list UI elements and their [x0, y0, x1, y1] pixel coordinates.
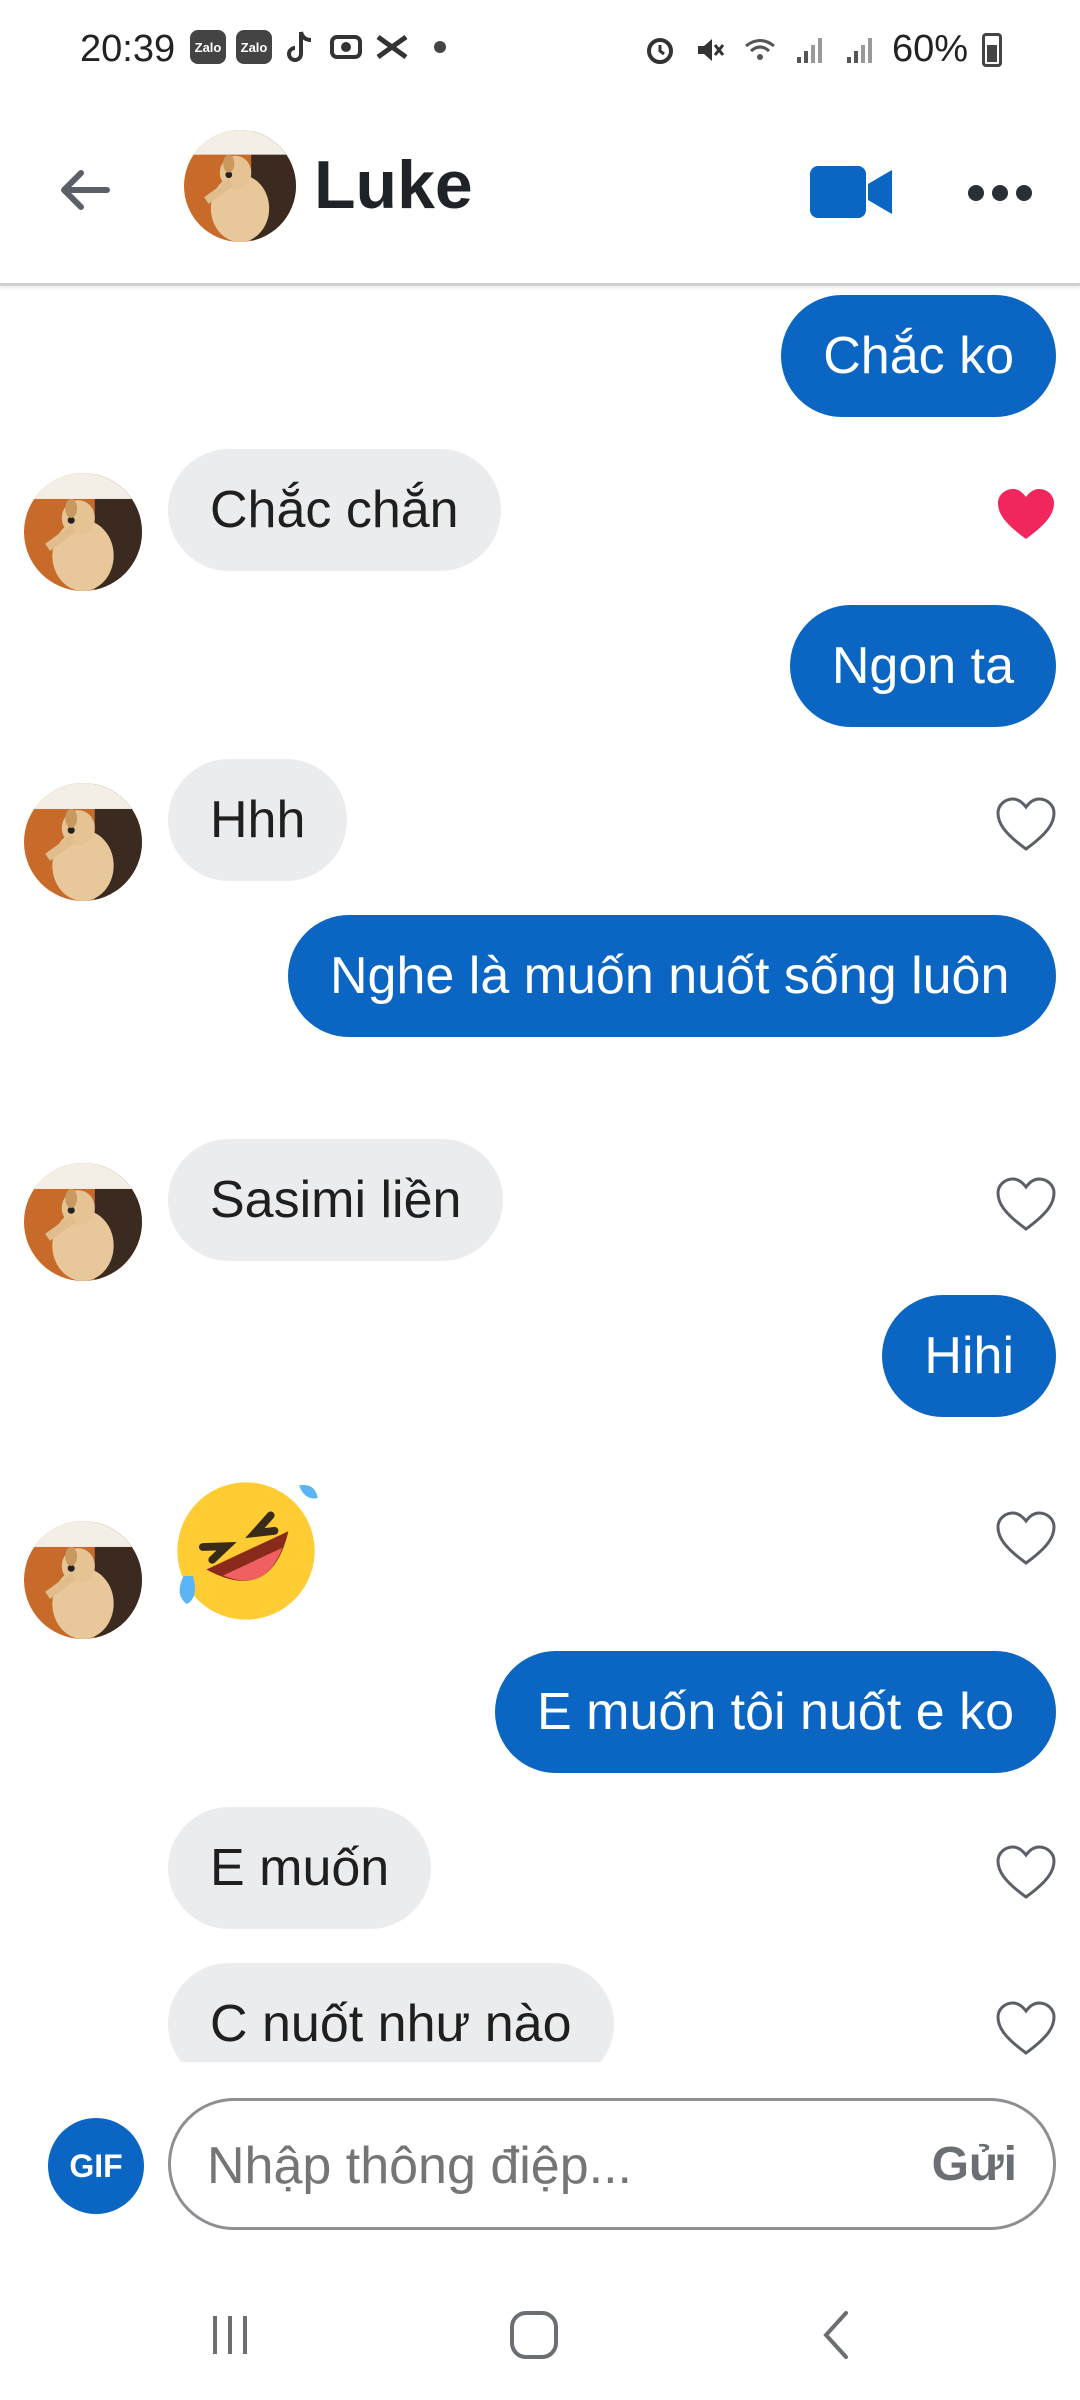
sender-avatar[interactable] — [24, 783, 142, 901]
sender-avatar[interactable] — [24, 1521, 142, 1639]
capcut-icon — [328, 30, 364, 64]
back-button[interactable] — [50, 155, 120, 225]
contact-avatar[interactable] — [184, 130, 296, 242]
outgoing-message[interactable]: Nghe là muốn nuốt sống luôn — [288, 915, 1056, 1037]
zalo-icon: Zalo — [190, 30, 226, 64]
heart-outline-icon[interactable] — [996, 1845, 1056, 1901]
signal-icon — [792, 33, 828, 67]
incoming-message[interactable]: Hhh — [168, 759, 348, 881]
conversation-header: Luke — [0, 100, 1080, 286]
incoming-message[interactable]: E muốn — [168, 1807, 432, 1929]
message-composer: Gửi — [168, 2098, 1056, 2230]
dot-icon — [968, 185, 984, 201]
tiktok-icon — [282, 30, 318, 64]
status-bar: 20:39 Zalo Zalo 60% — [0, 0, 1080, 100]
video-camera-icon — [810, 166, 892, 218]
home-button[interactable] — [494, 2300, 574, 2370]
incoming-message[interactable]: Sasimi liền — [168, 1139, 504, 1261]
heart-liked-icon[interactable] — [996, 487, 1056, 543]
back-chevron-icon — [823, 2311, 848, 2359]
more-options-button[interactable] — [968, 178, 1038, 208]
outgoing-message[interactable]: Ngon ta — [789, 605, 1056, 727]
laughing-emoji-icon[interactable] — [168, 1473, 324, 1629]
notification-icons: Zalo Zalo — [190, 30, 446, 64]
recent-apps-icon — [213, 2316, 247, 2354]
message-input[interactable] — [207, 2129, 887, 2203]
outgoing-message[interactable]: E muốn tôi nuốt e ko — [495, 1651, 1056, 1773]
heart-outline-icon[interactable] — [996, 1511, 1056, 1567]
heart-outline-icon[interactable] — [996, 1177, 1056, 1233]
incoming-message[interactable]: C nuốt như nào — [168, 1963, 614, 2062]
battery-icon — [982, 32, 1002, 67]
battery-percent: 60% — [891, 28, 968, 70]
send-button[interactable]: Gửi — [932, 2137, 1017, 2192]
outgoing-message[interactable]: Chắc ko — [781, 295, 1056, 417]
mute-icon — [692, 33, 728, 67]
sender-avatar[interactable] — [24, 473, 142, 591]
gif-button[interactable]: GIF — [48, 2118, 144, 2214]
signal-icon — [842, 33, 878, 67]
contact-name[interactable]: Luke — [314, 146, 473, 224]
video-call-button[interactable] — [808, 160, 894, 224]
heart-outline-icon[interactable] — [996, 797, 1056, 853]
dot-icon — [1016, 185, 1032, 201]
heart-outline-icon[interactable] — [996, 2001, 1056, 2057]
arrow-left-icon — [61, 170, 110, 210]
alarm-icon — [642, 33, 678, 67]
status-time: 20:39 — [80, 28, 176, 70]
system-nav-bar — [0, 2260, 1080, 2400]
more-notifications-dot — [434, 41, 446, 53]
dot-icon — [992, 185, 1008, 201]
message-list[interactable]: Chắc ko Chắc chắn Ngon ta Hhh Nghe là mu… — [0, 289, 1080, 2062]
home-icon — [510, 2311, 558, 2359]
wifi-icon — [742, 33, 778, 67]
incoming-message[interactable]: Chắc chắn — [168, 449, 501, 571]
system-status: 60% — [642, 28, 1002, 71]
capcut-icon — [374, 30, 410, 64]
recent-apps-button[interactable] — [190, 2300, 270, 2370]
back-nav-button[interactable] — [796, 2300, 876, 2370]
zalo-icon: Zalo — [236, 30, 272, 64]
sender-avatar[interactable] — [24, 1163, 142, 1281]
outgoing-message[interactable]: Hihi — [882, 1295, 1056, 1417]
